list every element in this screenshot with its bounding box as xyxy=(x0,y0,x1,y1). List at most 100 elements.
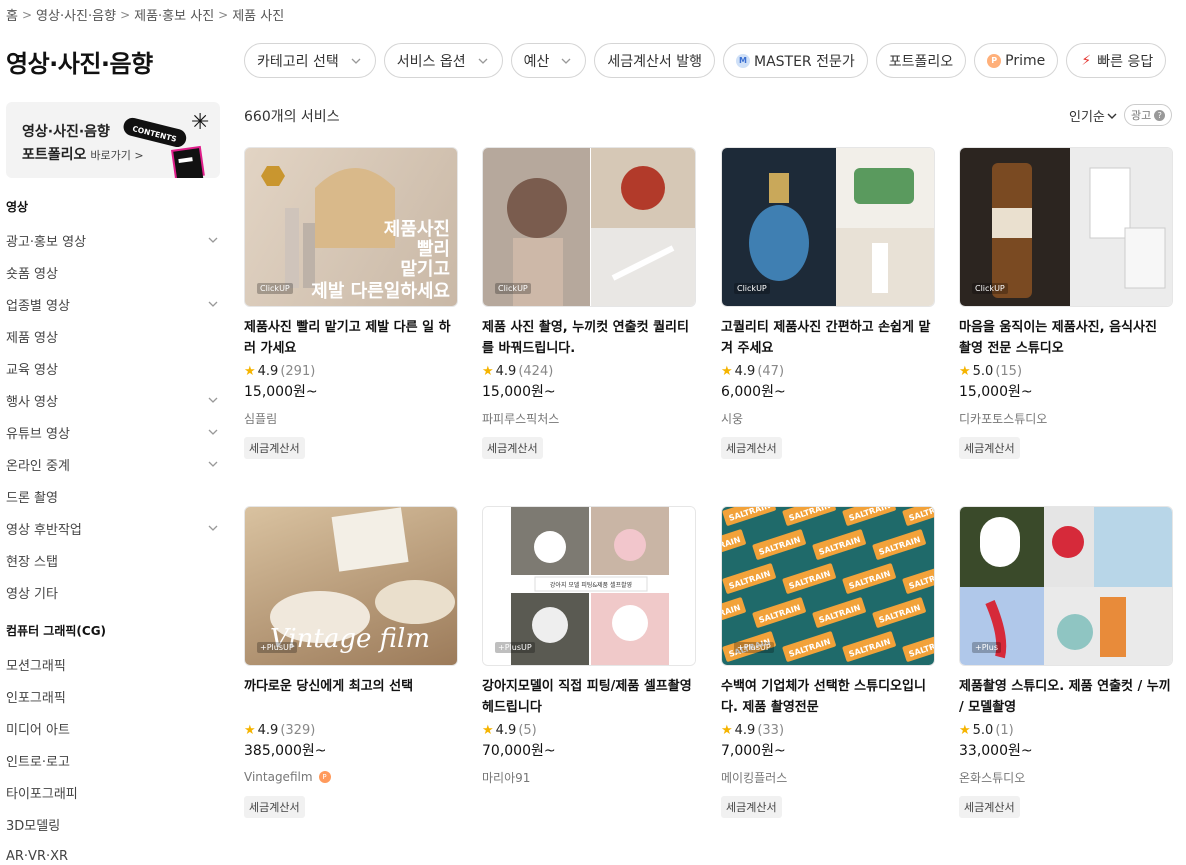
sidebar-item[interactable]: 제품 영상 xyxy=(6,320,220,352)
seller-label: 파피루스픽처스 xyxy=(482,411,560,426)
service-card[interactable]: 강아지 모델 피팅&제품 셀프촬영 +PlusUP 강아지모델이 직접 피팅/제품 … xyxy=(482,506,696,786)
filter-chip[interactable]: M MASTER 전문가 xyxy=(722,43,868,78)
service-card[interactable]: ClickUP 마음을 움직이는 제품사진, 음식사진 촬영 전문 스튜디오 ★ 5.… xyxy=(959,147,1173,459)
sidebar-item[interactable]: 숏폼 영상 xyxy=(6,256,220,288)
service-card[interactable]: ClickUP 고퀄리티 제품사진 간편하고 손쉽게 맡겨 주세요 ★ 4.9 (47)… xyxy=(721,147,935,459)
breadcrumb: 홈 > 영상·사진·음향 > 제품·홍보 사진 > 제품 사진 xyxy=(6,5,284,25)
seller-name[interactable]: 메이킹플러스 xyxy=(721,768,935,786)
sidebar-item[interactable]: 인포그래픽 xyxy=(6,680,220,712)
filter-label: 세금계산서 발행 xyxy=(607,53,702,70)
service-thumbnail[interactable]: ClickUP xyxy=(959,147,1173,307)
service-title[interactable]: 제품 사진 촬영, 누끼컷 연출컷 퀄리티를 바꿔드립니다. xyxy=(482,317,696,359)
prime-icon: P xyxy=(987,53,1002,68)
service-card[interactable]: ClickUP 제품 사진 촬영, 누끼컷 연출컷 퀄리티를 바꿔드립니다. ★ 4.… xyxy=(482,147,696,459)
sidebar-item[interactable]: 업종별 영상 xyxy=(6,288,220,320)
promo-badge: ClickUP xyxy=(257,283,293,294)
service-thumbnail[interactable]: 제품사진 빨리 맡기고 제발 다른일하세요 ClickUP xyxy=(244,147,458,307)
sidebar-item[interactable]: 미디어 아트 xyxy=(6,712,220,744)
service-thumbnail[interactable]: ClickUP xyxy=(482,147,696,307)
filter-chip[interactable]: ⚡ 빠른 응답 xyxy=(1066,43,1167,78)
service-card[interactable]: 제품사진 빨리 맡기고 제발 다른일하세요 ClickUP 제품사진 빨리 맡기고 제발 … xyxy=(244,147,458,459)
filter-chip[interactable]: 세금계산서 발행 xyxy=(594,43,715,78)
breadcrumb-current[interactable]: 제품 사진 xyxy=(232,5,284,24)
filter-chip[interactable]: 카테고리 선택 xyxy=(244,43,376,78)
service-rating: ★ 5.0 (15) xyxy=(959,361,1173,381)
sidebar-item[interactable]: 모션그래픽 xyxy=(6,648,220,680)
service-title[interactable]: 수백여 기업체가 선택한 스튜디오입니다. 제품 촬영전문 xyxy=(721,676,935,718)
seller-name[interactable]: 마리아91 xyxy=(482,768,696,786)
sidebar-item[interactable]: 영상 후반작업 xyxy=(6,512,220,544)
chevron-down-icon xyxy=(1107,113,1117,119)
sidebar-item[interactable]: 현장 스탭 xyxy=(6,544,220,576)
seller-label: 마리아91 xyxy=(482,770,531,785)
chevron-down-icon xyxy=(561,58,571,64)
portfolio-banner[interactable]: 영상·사진·음향 포트폴리오 바로가기 > CONTENTS ✳ xyxy=(6,102,220,178)
sidebar-item-label: 유튜브 영상 xyxy=(6,426,70,442)
filter-chip[interactable]: 예산 xyxy=(510,43,587,78)
service-card[interactable]: Vintage film +PlusUP 까다로운 당신에게 최고의 선택 ★ 4.9(… xyxy=(244,506,458,818)
filter-chip[interactable]: 포트폴리오 xyxy=(875,43,967,78)
review-count: (291) xyxy=(280,363,316,379)
promo-badge: +PlusUP xyxy=(495,642,535,653)
service-rating: ★ 4.9 (47) xyxy=(721,361,935,381)
sidebar-item[interactable]: 유튜브 영상 xyxy=(6,416,220,448)
seller-name[interactable]: 온화스튜디오 xyxy=(959,768,1173,786)
service-thumbnail[interactable]: ClickUP xyxy=(721,147,935,307)
sidebar-item[interactable]: AR·VR·XR xyxy=(6,840,220,865)
sidebar-item[interactable]: 드론 촬영 xyxy=(6,480,220,512)
review-count: (329) xyxy=(280,722,316,738)
sidebar-item-label: 숏폼 영상 xyxy=(6,266,58,282)
seller-name[interactable]: Vintagefilm P xyxy=(244,768,458,786)
filter-label: 예산 xyxy=(523,53,550,70)
seller-label: 온화스튜디오 xyxy=(959,770,1026,785)
ad-label: 광고 xyxy=(1131,109,1152,122)
breadcrumb-subcategory[interactable]: 제품·홍보 사진 xyxy=(134,5,214,24)
sidebar-item-label: 영상 후반작업 xyxy=(6,522,82,538)
service-price: 70,000원~ xyxy=(482,743,556,759)
rating-value: 4.9 xyxy=(734,722,756,738)
service-thumbnail[interactable]: 강아지 모델 피팅&제품 셀프촬영 +PlusUP xyxy=(482,506,696,666)
service-card[interactable]: SALTRAIN SALTRAIN SALTRAIN SALTRAIN SALTRAIN… xyxy=(721,506,935,818)
sidebar-item-label: 광고·홍보 영상 xyxy=(6,234,87,250)
service-price: 15,000원~ xyxy=(959,384,1033,400)
lightning-icon: ⚡ xyxy=(1081,52,1092,69)
service-title[interactable]: 제품사진 빨리 맡기고 제발 다른 일 하러 가세요 xyxy=(244,317,458,359)
service-title[interactable]: 마음을 움직이는 제품사진, 음식사진 촬영 전문 스튜디오 xyxy=(959,317,1173,359)
seller-name[interactable]: 심플림 xyxy=(244,409,458,427)
tax-invoice-tag: 세금계산서 xyxy=(482,437,543,459)
filter-chip[interactable]: P Prime xyxy=(974,43,1059,78)
sidebar-item[interactable]: 타이포그래피 xyxy=(6,776,220,808)
filter-label: 서비스 옵션 xyxy=(396,53,466,70)
seller-name[interactable]: 시웅 xyxy=(721,409,935,427)
sidebar-item[interactable]: 광고·홍보 영상 xyxy=(6,224,220,256)
seller-name[interactable]: 디카포토스튜디오 xyxy=(959,409,1173,427)
sidebar-item[interactable]: 온라인 중계 xyxy=(6,448,220,480)
banner-illustration: CONTENTS ✳ xyxy=(123,110,209,178)
sidebar-item[interactable]: 교육 영상 xyxy=(6,352,220,384)
tax-invoice-tag: 세금계산서 xyxy=(959,796,1020,818)
service-thumbnail[interactable]: Vintage film +PlusUP xyxy=(244,506,458,666)
breadcrumb-home[interactable]: 홈 xyxy=(6,5,18,24)
sidebar-item[interactable]: 3D모델링 xyxy=(6,808,220,840)
service-title[interactable]: 제품촬영 스튜디오. 제품 연출컷 / 누끼 / 모델촬영 xyxy=(959,676,1173,718)
sidebar-item-label: 타이포그래피 xyxy=(6,786,78,802)
service-thumbnail[interactable]: SALTRAIN SALTRAIN SALTRAIN SALTRAIN SALTRAIN… xyxy=(721,506,935,666)
sort-dropdown[interactable]: 인기순 xyxy=(1069,106,1119,125)
service-title[interactable]: 고퀄리티 제품사진 간편하고 손쉽게 맡겨 주세요 xyxy=(721,317,935,359)
service-title[interactable]: 까다로운 당신에게 최고의 선택 xyxy=(244,676,458,718)
service-thumbnail[interactable]: +Plus xyxy=(959,506,1173,666)
service-price: 7,000원~ xyxy=(721,743,786,759)
filter-chip[interactable]: 서비스 옵션 xyxy=(383,43,503,78)
service-card[interactable]: +Plus 제품촬영 스튜디오. 제품 연출컷 / 누끼 / 모델촬영 ★ 5.0 (1… xyxy=(959,506,1173,818)
service-price: 385,000원~ xyxy=(244,743,327,759)
sidebar-item[interactable]: 행사 영상 xyxy=(6,384,220,416)
service-price: 15,000원~ xyxy=(244,384,318,400)
service-price: 33,000원~ xyxy=(959,743,1033,759)
breadcrumb-category[interactable]: 영상·사진·음향 xyxy=(36,5,116,24)
ad-badge[interactable]: 광고? xyxy=(1124,104,1173,126)
service-price: 15,000원~ xyxy=(482,384,556,400)
service-title[interactable]: 강아지모델이 직접 피팅/제품 셀프촬영 헤드립니다 xyxy=(482,676,696,718)
sidebar-item[interactable]: 영상 기타 xyxy=(6,576,220,608)
seller-name[interactable]: 파피루스픽처스 xyxy=(482,409,696,427)
sidebar-item[interactable]: 인트로·로고 xyxy=(6,744,220,776)
